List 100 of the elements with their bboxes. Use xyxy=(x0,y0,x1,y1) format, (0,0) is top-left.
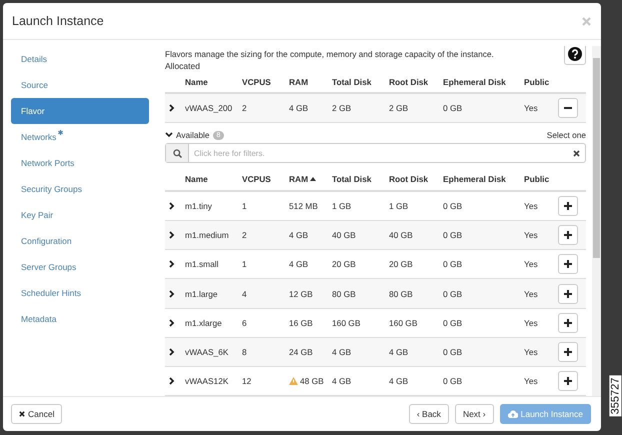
column-header[interactable]: Total Disk xyxy=(332,76,389,87)
table-cell-text: m1.tiny xyxy=(185,201,213,212)
back-button[interactable]: ‹ Back xyxy=(408,404,449,424)
table-cell-text: 40 GB xyxy=(389,230,414,240)
table-cell-text: 2 GB xyxy=(332,103,352,114)
sidebar-item[interactable]: Key Pair xyxy=(11,202,149,228)
sidebar-item[interactable]: Networks xyxy=(11,124,149,150)
table-cell-text: 4 GB xyxy=(389,376,410,386)
table-cell-text: 1 GB xyxy=(389,201,410,212)
table-cell-text: 0 GB xyxy=(443,259,464,270)
sidebar-item[interactable]: Details xyxy=(11,46,149,72)
table-cell-text: m1.large xyxy=(185,288,219,299)
description-text: Flavors manage the sizing for the compute, memory and storage capacity of the instance. xyxy=(165,49,494,59)
table-cell-text: vWAAS_6K xyxy=(185,346,230,357)
remove-button[interactable] xyxy=(558,98,578,118)
column-header[interactable]: VCPUS xyxy=(242,76,289,87)
chevron-right-icon[interactable] xyxy=(169,348,175,356)
required-icon xyxy=(58,130,64,135)
table-cell-text: 6 xyxy=(242,318,248,328)
table-cell-text: 0 GB xyxy=(443,230,464,240)
chevron-right-icon[interactable] xyxy=(169,318,175,327)
table-cell-text: 0 GB xyxy=(443,288,464,299)
table-cell-text: 160 GB xyxy=(332,318,362,328)
chevron-down-icon[interactable] xyxy=(165,132,173,138)
chevron-right-icon[interactable] xyxy=(169,202,175,210)
clear-icon[interactable] xyxy=(573,150,580,157)
table-cell-text: Yes xyxy=(524,259,539,270)
add-button[interactable] xyxy=(558,254,578,274)
plus-icon xyxy=(563,288,573,299)
plus-icon xyxy=(563,318,573,328)
scrollbar[interactable] xyxy=(592,46,601,396)
sidebar-item[interactable]: Network Ports xyxy=(11,150,149,176)
chevron-right-icon[interactable] xyxy=(169,260,175,268)
sidebar-item[interactable]: Configuration xyxy=(11,228,149,254)
section-label: Allocated xyxy=(165,61,201,71)
plus-icon xyxy=(563,230,573,240)
plus-icon xyxy=(563,259,573,270)
add-button[interactable] xyxy=(558,196,578,216)
search-icon xyxy=(172,148,182,158)
table-cell: 48 GB xyxy=(289,376,332,386)
chevron-right-icon[interactable] xyxy=(169,104,175,112)
chevron-right-icon[interactable] xyxy=(169,231,175,240)
table-cell-text: Yes xyxy=(524,318,539,328)
table-cell-text: 0 GB xyxy=(443,201,464,212)
column-header[interactable]: Name xyxy=(185,76,242,87)
table-cell-text: Yes xyxy=(524,103,539,114)
filter-input[interactable]: Click here for filters. xyxy=(189,148,573,158)
table-cell-text: 1 xyxy=(242,259,248,270)
column-header[interactable]: Ephemeral Disk xyxy=(443,174,524,184)
sidebar-item[interactable]: Flavor xyxy=(11,98,149,124)
column-header[interactable]: Root Disk xyxy=(389,174,443,184)
column-header[interactable]: Root Disk xyxy=(389,76,443,87)
add-button[interactable] xyxy=(558,342,578,362)
column-header[interactable]: Public xyxy=(524,174,558,184)
table-cell-text: 4 GB xyxy=(289,259,310,270)
table-cell-text: 80 GB xyxy=(389,288,414,299)
table-cell-text: 512 MB xyxy=(289,201,319,212)
table-cell-text: 0 GB xyxy=(443,346,464,357)
table-cell-text: 20 GB xyxy=(332,259,357,270)
table-cell-text: 4 GB xyxy=(332,346,352,357)
add-button[interactable] xyxy=(558,225,578,246)
table-cell-text: 24 GB xyxy=(289,346,314,357)
cancel-button[interactable]: Cancel xyxy=(11,404,62,424)
column-header[interactable]: Ephemeral Disk xyxy=(443,76,524,87)
column-header[interactable]: Public xyxy=(524,76,558,87)
chevron-right-icon[interactable] xyxy=(169,290,175,298)
table-cell-text: 0 GB xyxy=(443,103,464,114)
sidebar-item[interactable]: Scheduler Hints xyxy=(11,280,149,306)
next-button[interactable]: Next › xyxy=(454,404,494,424)
table-cell-text: 0 GB xyxy=(443,318,464,328)
table-cell-text: 2 xyxy=(242,230,248,240)
section-label: Available xyxy=(176,130,210,140)
table-cell-text: 8 xyxy=(242,346,248,357)
table-cell-text: 160 GB xyxy=(389,318,418,328)
column-header[interactable]: RAM xyxy=(289,174,332,184)
add-button[interactable] xyxy=(558,284,578,304)
add-button[interactable] xyxy=(558,312,578,333)
table-cell-text: 4 GB xyxy=(289,230,310,240)
column-header[interactable]: Name xyxy=(185,174,242,184)
chevron-right-icon[interactable] xyxy=(169,376,175,385)
help-icon xyxy=(568,47,582,61)
table-cell-text: Yes xyxy=(524,376,539,386)
table-cell-text: Yes xyxy=(524,346,539,357)
filter-field[interactable]: Click here for filters. xyxy=(165,143,586,163)
table-cell-text: 80 GB xyxy=(332,288,357,299)
warning-icon xyxy=(289,376,298,385)
column-header[interactable]: VCPUS xyxy=(242,174,289,184)
table-cell-text: vWAAS_200 xyxy=(185,103,234,114)
table-cell-text: 1 xyxy=(242,201,248,212)
sidebar-item[interactable]: Server Groups xyxy=(11,254,149,280)
sidebar-item[interactable]: Source xyxy=(11,72,149,98)
help-button[interactable] xyxy=(564,46,586,65)
window-title: Launch Instance xyxy=(12,14,104,28)
sidebar-item[interactable]: Security Groups xyxy=(11,176,149,202)
column-header[interactable]: RAM xyxy=(289,76,332,87)
sidebar-item[interactable]: Metadata xyxy=(11,306,149,332)
table-cell-text: 4 GB xyxy=(289,103,310,114)
add-button[interactable] xyxy=(558,370,578,391)
table-cell-text: m1.small xyxy=(185,259,220,270)
column-header[interactable]: Total Disk xyxy=(332,174,389,184)
